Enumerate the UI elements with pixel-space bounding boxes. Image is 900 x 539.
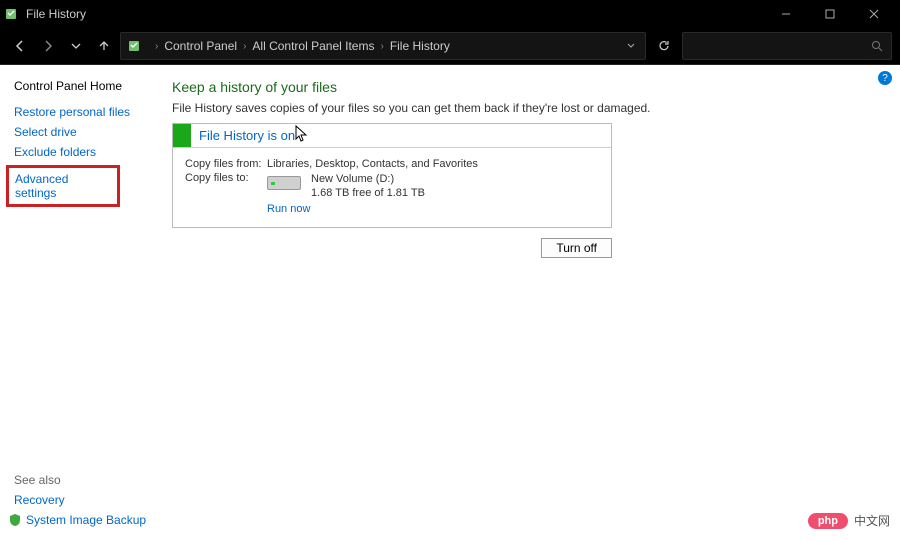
sidebar-exclude-folders[interactable]: Exclude folders: [14, 145, 148, 159]
sidebar-advanced-settings-label: Advanced settings: [15, 172, 68, 200]
breadcrumb-control-panel[interactable]: Control Panel: [164, 39, 237, 53]
location-icon: [127, 38, 143, 54]
arrow-right-icon: [41, 39, 55, 53]
page-subtext: File History saves copies of your files …: [172, 101, 880, 115]
drive-space: 1.68 TB free of 1.81 TB: [311, 186, 425, 200]
navbar: › Control Panel › All Control Panel Item…: [0, 28, 900, 64]
arrow-up-icon: [97, 39, 111, 53]
watermark-text: 中文网: [854, 512, 890, 529]
help-button[interactable]: ?: [878, 71, 892, 85]
arrow-left-icon: [13, 39, 27, 53]
run-now-link[interactable]: Run now: [267, 203, 310, 215]
address-dropdown[interactable]: [623, 42, 639, 50]
breadcrumb-file-history[interactable]: File History: [390, 39, 450, 53]
see-also-heading: See also: [14, 473, 148, 487]
up-button[interactable]: [92, 34, 116, 58]
recent-button[interactable]: [64, 34, 88, 58]
sidebar-restore-personal-files[interactable]: Restore personal files: [14, 105, 148, 119]
chevron-right-icon: ›: [243, 41, 246, 52]
back-button[interactable]: [8, 34, 32, 58]
copy-from-value: Libraries, Desktop, Contacts, and Favori…: [267, 158, 599, 170]
shield-icon: [8, 513, 22, 527]
sidebar: Control Panel Home Restore personal file…: [0, 65, 160, 539]
drive-name: New Volume (D:): [311, 172, 425, 186]
minimize-button[interactable]: [764, 0, 808, 28]
status-panel: File History is on Copy files from: Libr…: [172, 123, 612, 228]
copy-from-label: Copy files from:: [185, 158, 263, 170]
sidebar-select-drive[interactable]: Select drive: [14, 125, 148, 139]
status-text: File History is on: [191, 124, 611, 147]
main-panel: ? Keep a history of your files File Hist…: [160, 65, 900, 539]
close-icon: [869, 9, 879, 19]
close-button[interactable]: [852, 0, 896, 28]
search-icon: [871, 40, 883, 52]
window-title: File History: [26, 7, 86, 21]
content-area: Control Panel Home Restore personal file…: [0, 64, 900, 539]
sidebar-system-image-backup-label: System Image Backup: [26, 513, 146, 527]
file-history-app-icon: [4, 6, 20, 22]
sidebar-recovery[interactable]: Recovery: [14, 493, 148, 507]
copy-to-label: Copy files to:: [185, 172, 263, 201]
sidebar-advanced-settings[interactable]: Advanced settings: [6, 165, 120, 207]
search-input[interactable]: [682, 32, 892, 60]
page-heading: Keep a history of your files: [172, 79, 880, 95]
drive-icon: [267, 176, 301, 194]
watermark-pill: php: [808, 513, 848, 529]
status-indicator-icon: [173, 124, 191, 147]
chevron-down-icon: [627, 42, 635, 50]
minimize-icon: [781, 9, 791, 19]
maximize-button[interactable]: [808, 0, 852, 28]
control-panel-home-link[interactable]: Control Panel Home: [14, 79, 148, 93]
titlebar: File History: [0, 0, 900, 28]
address-bar[interactable]: › Control Panel › All Control Panel Item…: [120, 32, 646, 60]
turn-off-button[interactable]: Turn off: [541, 238, 612, 258]
breadcrumb-all-items[interactable]: All Control Panel Items: [252, 39, 374, 53]
watermark: php 中文网: [808, 512, 890, 529]
forward-button[interactable]: [36, 34, 60, 58]
sidebar-system-image-backup[interactable]: System Image Backup: [8, 513, 148, 527]
maximize-icon: [825, 9, 835, 19]
chevron-right-icon: ›: [155, 41, 158, 52]
help-icon: ?: [882, 73, 888, 84]
chevron-right-icon: ›: [380, 41, 383, 52]
chevron-down-icon: [71, 41, 81, 51]
refresh-button[interactable]: [650, 32, 678, 60]
refresh-icon: [657, 39, 671, 53]
